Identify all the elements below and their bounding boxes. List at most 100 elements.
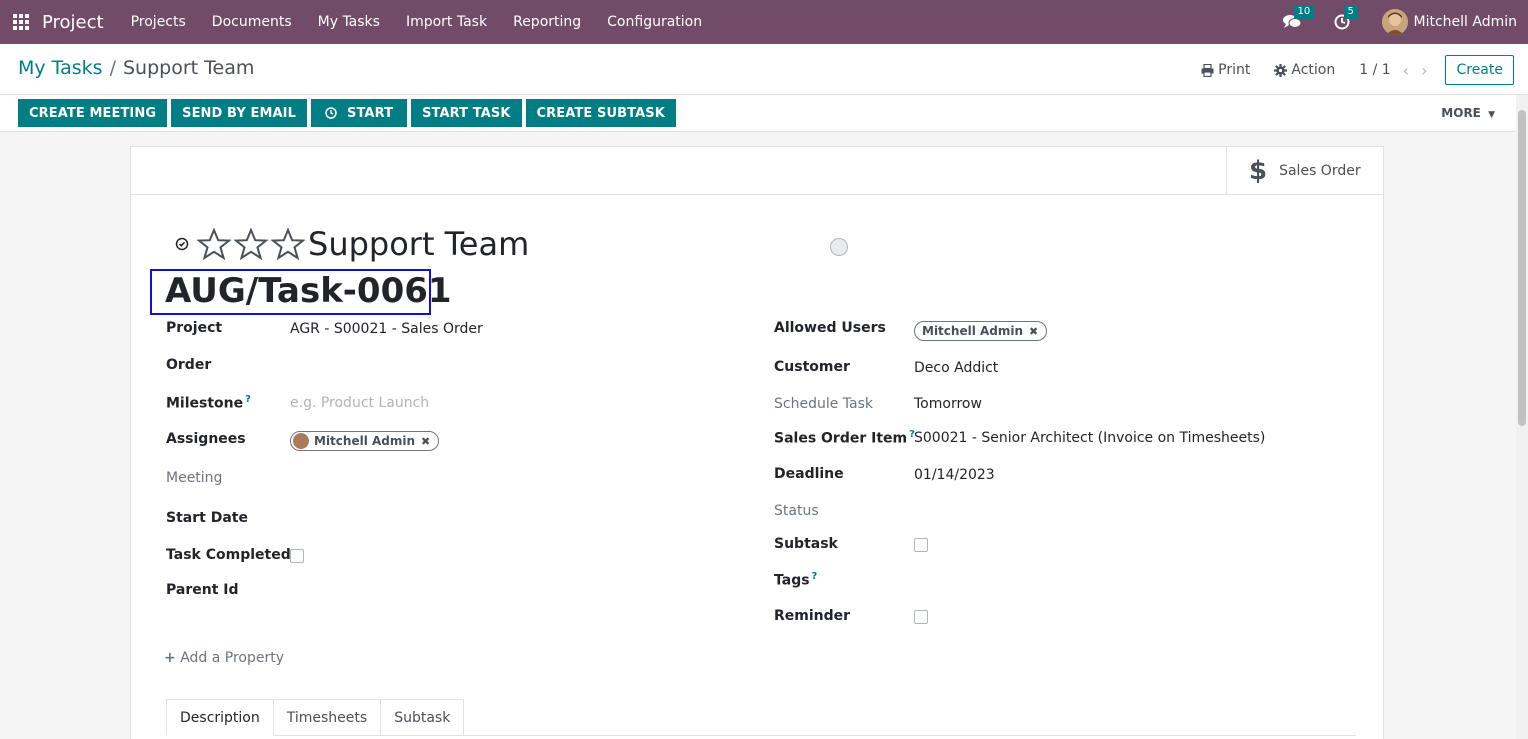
app-brand[interactable]: Project — [42, 12, 104, 33]
start-task-button[interactable]: START TASK — [411, 99, 522, 127]
remove-tag-icon[interactable]: ✖ — [1029, 325, 1038, 338]
remove-tag-icon[interactable]: ✖ — [421, 435, 430, 448]
print-button[interactable]: Print — [1201, 62, 1250, 78]
star-icon[interactable] — [234, 228, 268, 260]
task-title-row: Support Team — [175, 225, 529, 263]
assignee-tag[interactable]: Mitchell Admin ✖ — [290, 431, 440, 451]
customer-field[interactable]: Deco Addict — [914, 360, 998, 376]
menu-configuration[interactable]: Configuration — [594, 14, 715, 30]
pager-previous-icon[interactable]: ‹ — [1403, 61, 1409, 80]
subtask-checkbox[interactable] — [914, 538, 928, 552]
deadline-label: Deadline — [774, 466, 844, 482]
smart-button-box: $ Sales Order — [131, 147, 1383, 195]
schedule-task-field[interactable]: Tomorrow — [914, 396, 982, 412]
action-label: Action — [1291, 62, 1336, 78]
more-dropdown[interactable]: MORE ▼ — [1441, 106, 1495, 120]
start-button[interactable]: START — [311, 99, 408, 127]
user-avatar[interactable] — [1381, 9, 1408, 35]
user-menu[interactable]: Mitchell Admin — [1414, 14, 1518, 30]
milestone-input[interactable]: e.g. Product Launch — [290, 395, 429, 411]
print-icon — [1201, 63, 1214, 77]
assignees-label: Assignees — [166, 431, 246, 447]
tab-timesheets[interactable]: Timesheets — [272, 699, 382, 736]
scrollbar-thumb[interactable] — [1518, 110, 1526, 426]
dollar-icon: $ — [1249, 155, 1268, 186]
clock-icon — [325, 107, 337, 119]
plus-icon: + — [164, 650, 176, 666]
customer-label: Customer — [774, 359, 850, 375]
gear-icon — [1274, 63, 1288, 77]
activities-button[interactable]: 5 — [1332, 5, 1358, 32]
meeting-label: Meeting — [166, 470, 223, 486]
more-label: MORE — [1441, 106, 1481, 120]
allowed-user-tag[interactable]: Mitchell Admin ✖ — [914, 321, 1048, 341]
sales-order-smart-button[interactable]: $ Sales Order — [1226, 147, 1383, 194]
allowed-users-label: Allowed Users — [774, 320, 886, 336]
assignee-tag-label: Mitchell Admin — [314, 434, 416, 448]
sales-order-item-label: Sales Order Item? — [774, 429, 915, 447]
pager-value[interactable]: 1 / 1 — [1359, 62, 1390, 78]
messages-button[interactable]: 10 — [1282, 5, 1315, 32]
star-icon[interactable] — [197, 228, 231, 260]
allowed-user-tag-label: Mitchell Admin — [922, 324, 1024, 338]
milestone-label-text: Milestone — [166, 395, 244, 412]
status-label: Status — [774, 503, 819, 519]
sales-order-item-label-text: Sales Order Item — [774, 430, 908, 447]
help-icon[interactable]: ? — [812, 571, 818, 582]
project-field[interactable]: AGR - S00021 - Sales Order — [290, 321, 483, 337]
kanban-state-icon[interactable] — [830, 238, 848, 256]
task-title[interactable]: Support Team — [308, 225, 529, 263]
schedule-task-label: Schedule Task — [774, 396, 873, 412]
notebook-tabs: Description Timesheets Subtask — [166, 699, 465, 736]
form-sheet: $ Sales Order Support Team AUG/Task-0061… — [130, 146, 1384, 739]
project-label: Project — [166, 320, 223, 336]
reminder-checkbox[interactable] — [914, 610, 928, 624]
tags-label: Tags? — [774, 571, 817, 589]
sales-order-item-field[interactable]: S00021 - Senior Architect (Invoice on Ti… — [914, 430, 1265, 446]
create-meeting-button[interactable]: CREATE MEETING — [18, 99, 168, 127]
activities-badge: 5 — [1343, 5, 1358, 19]
send-by-email-button[interactable]: SEND BY EMAIL — [171, 99, 307, 127]
breadcrumb-current: Support Team — [123, 57, 255, 79]
caret-down-icon: ▼ — [1488, 110, 1495, 120]
action-button[interactable]: Action — [1274, 62, 1335, 78]
create-subtask-button[interactable]: CREATE SUBTASK — [525, 99, 676, 127]
milestone-label: Milestone? — [166, 394, 251, 412]
task-reference: AUG/Task-0061 — [165, 271, 452, 311]
apps-menu-icon[interactable] — [13, 14, 29, 30]
breadcrumb-my-tasks[interactable]: My Tasks — [18, 57, 103, 79]
menu-reporting[interactable]: Reporting — [500, 14, 594, 30]
menu-projects[interactable]: Projects — [118, 14, 199, 30]
check-circle-icon[interactable] — [175, 237, 189, 251]
tab-description[interactable]: Description — [166, 699, 274, 736]
tab-subtask[interactable]: Subtask — [380, 699, 465, 736]
add-property-label: Add a Property — [180, 650, 285, 666]
help-icon[interactable]: ? — [245, 394, 251, 405]
menu-documents[interactable]: Documents — [199, 14, 305, 30]
control-panel: My Tasks / Support Team Print Action 1 /… — [0, 44, 1528, 95]
user-avatar-image — [1381, 9, 1408, 35]
start-date-label: Start Date — [166, 510, 248, 526]
task-completed-checkbox[interactable] — [290, 549, 304, 563]
breadcrumb: My Tasks / Support Team — [18, 57, 254, 79]
menu-import-task[interactable]: Import Task — [393, 14, 500, 30]
tags-label-text: Tags — [774, 572, 810, 589]
print-label: Print — [1218, 62, 1251, 78]
create-button[interactable]: Create — [1445, 55, 1514, 85]
task-completed-label: Task Completed — [166, 547, 291, 563]
start-label: START — [347, 105, 394, 121]
reminder-label: Reminder — [774, 608, 851, 624]
add-property-button[interactable]: + Add a Property — [164, 650, 284, 666]
menu-my-tasks[interactable]: My Tasks — [305, 14, 393, 30]
sales-order-label: Sales Order — [1279, 162, 1361, 179]
order-label: Order — [166, 357, 212, 373]
star-icon[interactable] — [271, 228, 305, 260]
status-bar: CREATE MEETING SEND BY EMAIL START START… — [0, 95, 1516, 132]
parent-id-label: Parent Id — [166, 582, 239, 598]
top-navbar: Project Projects Documents My Tasks Impo… — [0, 0, 1528, 44]
pager-next-icon[interactable]: › — [1421, 61, 1427, 80]
avatar — [293, 433, 309, 449]
messages-badge: 10 — [1293, 5, 1315, 19]
subtask-label: Subtask — [774, 536, 838, 552]
deadline-field[interactable]: 01/14/2023 — [914, 467, 995, 483]
